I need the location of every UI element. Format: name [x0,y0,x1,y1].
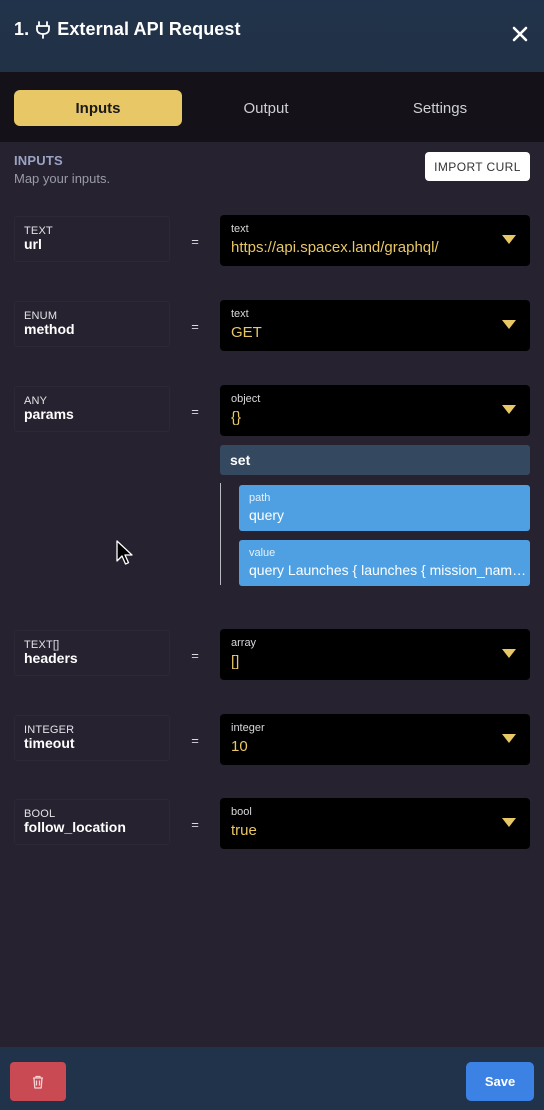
tab-settings[interactable]: Settings [356,90,524,126]
step-number: 1. [14,19,30,39]
value-text: https://api.spacex.land/graphql/ [231,239,439,256]
chevron-down-icon [502,405,516,414]
value-select-method[interactable]: text GET [220,300,530,351]
title-text: External API Request [57,19,241,39]
tab-inputs[interactable]: Inputs [14,90,182,126]
value-type: bool [231,806,252,818]
field-label-method: ENUM method [14,301,170,347]
modal-footer [0,1047,544,1110]
value-select-headers[interactable]: array [] [220,629,530,680]
value-type: object [231,393,261,405]
chevron-down-icon [502,235,516,244]
field-name: method [24,321,75,337]
set-operation-bar[interactable]: set [220,445,530,475]
value-select-url[interactable]: text https://api.spacex.land/graphql/ [220,215,530,266]
set-path-field[interactable]: path query [239,485,530,531]
chevron-down-icon [502,649,516,658]
set-value-key: value [249,547,276,559]
field-name: follow_location [24,819,126,835]
field-name: params [24,406,74,422]
field-name: url [24,236,42,252]
tab-output[interactable]: Output [182,90,350,126]
value-text: 10 [231,738,248,755]
section-title: INPUTS [14,153,63,168]
set-path-value: query [249,507,285,523]
field-label-follow-location: BOOL follow_location [14,799,170,845]
header-title: 1. External API Request [14,19,241,40]
field-label-timeout: INTEGER timeout [14,715,170,761]
set-value-field[interactable]: value query Launches { launches { missio… [239,540,530,586]
set-path-key: path [249,492,271,504]
value-select-follow-location[interactable]: bool true [220,798,530,849]
delete-button[interactable] [10,1062,66,1101]
equals-sign: = [191,319,199,334]
value-text: [] [231,653,240,670]
field-type: TEXT [24,225,53,237]
tab-bar: Inputs Output Settings [0,72,544,142]
value-type: array [231,637,257,649]
equals-sign: = [191,404,199,419]
value-type: text [231,223,249,235]
trash-icon [33,1075,43,1089]
value-type: text [231,308,249,320]
plug-icon [36,20,51,39]
field-name: timeout [24,735,75,751]
close-icon[interactable] [510,24,530,44]
section-subtitle: Map your inputs. [14,171,111,186]
value-text: {} [231,409,242,426]
equals-sign: = [191,648,199,663]
set-value-value: query Launches { launches { mission_name… [249,562,527,578]
mouse-cursor-icon [116,540,133,565]
value-select-params[interactable]: object {} [220,385,530,436]
value-text: true [231,822,257,839]
set-guide-line [220,483,221,585]
chevron-down-icon [502,734,516,743]
field-name: headers [24,650,78,666]
equals-sign: = [191,234,199,249]
value-text: GET [231,324,262,341]
equals-sign: = [191,733,199,748]
modal-header: 1. External API Request [0,0,544,72]
value-select-timeout[interactable]: integer 10 [220,714,530,765]
value-type: integer [231,722,265,734]
field-label-url: TEXT url [14,216,170,262]
equals-sign: = [191,817,199,832]
field-label-params: ANY params [14,386,170,432]
chevron-down-icon [502,320,516,329]
import-curl-button[interactable]: IMPORT CURL [425,152,530,181]
field-label-headers: TEXT[] headers [14,630,170,676]
chevron-down-icon [502,818,516,827]
save-button[interactable]: Save [466,1062,534,1101]
